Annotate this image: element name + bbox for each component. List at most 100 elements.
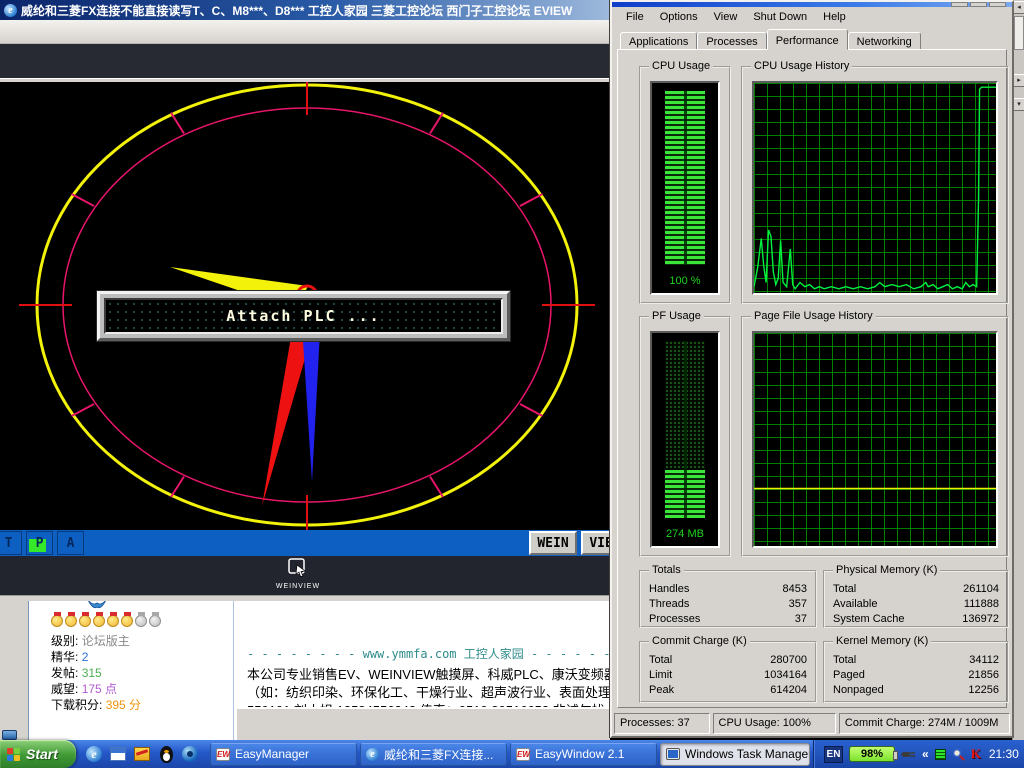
- gold-medal-icon: [65, 615, 77, 627]
- weinview-label: WEINVIEW: [270, 583, 326, 590]
- taskman-statusbar: Processes: 37 CPU Usage: 100% Commit Cha…: [614, 711, 1010, 734]
- taskman-tray-icon[interactable]: [935, 749, 946, 760]
- menu-view[interactable]: View: [706, 9, 746, 25]
- status-commit-charge: Commit Charge: 274M / 1009M: [839, 713, 1010, 734]
- language-indicator[interactable]: EN: [824, 746, 843, 763]
- gray-medal-icon: [149, 615, 161, 627]
- tab-networking[interactable]: Networking: [848, 32, 921, 50]
- cpu-usage-meter: 100 %: [650, 81, 720, 295]
- cpu-usage-label: CPU Usage: [649, 60, 713, 72]
- menu-help[interactable]: Help: [815, 9, 854, 25]
- performance-page: CPU Usage 100 % CPU Usage History PF Usa…: [617, 49, 1007, 708]
- taskbar-item-browser[interactable]: e 威纶和三菱FX连接...: [360, 743, 507, 766]
- tray-clock[interactable]: 21:30: [989, 747, 1019, 761]
- easywindow-bottom-band: WEINVIEW: [0, 556, 610, 595]
- gold-medal-icon: [121, 615, 133, 627]
- gold-medal-icon: [107, 615, 119, 627]
- physical-memory-group: Physical Memory (K) Total261104 Availabl…: [823, 570, 1009, 628]
- easymanager-icon: EW: [216, 748, 230, 761]
- easywindow-icon: EW: [516, 748, 530, 761]
- column-divider: [233, 601, 234, 740]
- menu-options[interactable]: Options: [652, 9, 706, 25]
- gutter: [0, 601, 28, 740]
- media-quicklaunch-icon[interactable]: [180, 743, 200, 765]
- forum-panel: 级别: 论坛版主 精华: 2 发帖: 315 威望: 175 点 下载积分: 3…: [28, 601, 610, 740]
- tab-applications[interactable]: Applications: [620, 32, 697, 50]
- tab-performance[interactable]: Performance: [767, 29, 848, 50]
- cpu-history-graph: [752, 81, 998, 295]
- totals-group: Totals Handles8453 Threads357 Processes3…: [639, 570, 817, 628]
- quick-launch: e: [84, 743, 200, 765]
- search-tray-icon[interactable]: [952, 748, 965, 761]
- browser-window: e 威纶和三菱FX连接不能直接读写T、C、M8***、D8*** 工控人家园 三…: [0, 0, 610, 740]
- bird-icon: [87, 601, 107, 611]
- hmi-button-a[interactable]: A: [57, 531, 84, 555]
- status-cpu-usage: CPU Usage: 100%: [713, 713, 836, 734]
- pf-history-group: Page File Usage History: [741, 316, 1009, 557]
- scroll-right-icon[interactable]: ▸: [1013, 74, 1024, 87]
- qq-quicklaunch-icon[interactable]: [156, 743, 176, 765]
- stat-row: Total34112: [833, 653, 999, 668]
- stat-row: Total261104: [833, 582, 999, 597]
- pf-usage-group: PF Usage 274 MB: [639, 316, 731, 557]
- ac-power-icon[interactable]: [901, 748, 916, 761]
- status-processes: Processes: 37: [614, 713, 710, 734]
- gold-medal-icon: [51, 615, 63, 627]
- taskbar: Start e EW EasyManager e 威纶和三菱FX连接... EW…: [0, 740, 1024, 768]
- antivirus-tray-icon[interactable]: K: [971, 746, 981, 762]
- stat-row: Nonpaged12256: [833, 683, 999, 698]
- signature-header: - - - - - - - - www.ymmfa.com 工控人家园 - - …: [247, 645, 607, 662]
- stat-row: Peak614204: [649, 683, 807, 698]
- gold-medal-icon: [93, 615, 105, 627]
- desktop-icon: [2, 730, 17, 740]
- commit-charge-group: Commit Charge (K) Total280700 Limit10341…: [639, 641, 817, 703]
- forum-content: 级别: 论坛版主 精华: 2 发帖: 315 威望: 175 点 下载积分: 3…: [0, 601, 610, 740]
- hmi-button-p[interactable]: P: [26, 531, 53, 555]
- stat-row: 下载积分: 395 分: [51, 697, 141, 713]
- battery-indicator[interactable]: 98%: [849, 746, 895, 762]
- taskbar-item-easymanager[interactable]: EW EasyManager: [210, 743, 357, 766]
- stat-row: Threads357: [649, 597, 807, 612]
- signature-line: （如：纺织印染、环保化工、干燥行业、超声波行业、表面处理行业、照: [247, 684, 607, 702]
- windows-flag-icon: [7, 748, 21, 761]
- scrollbar-thumb[interactable]: [1014, 16, 1024, 50]
- taskbar-item-task-manager[interactable]: Windows Task Manager: [660, 743, 810, 766]
- stat-row: 发帖: 315: [51, 665, 141, 681]
- stat-row: Handles8453: [649, 582, 807, 597]
- menu-shutdown[interactable]: Shut Down: [745, 9, 815, 25]
- scroll-up-icon[interactable]: ◂: [1013, 1, 1024, 14]
- tab-processes[interactable]: Processes: [697, 32, 766, 50]
- ie-quicklaunch-icon[interactable]: e: [84, 743, 104, 765]
- menu-file[interactable]: File: [618, 9, 652, 25]
- medal-row: [51, 615, 161, 627]
- content-edge: [237, 707, 610, 740]
- start-button[interactable]: Start: [0, 740, 76, 768]
- signature-line: 本公司专业销售EV、WEINVIEW触摸屏、科威PLC、康沃变频器、日本高: [247, 666, 607, 684]
- cpu-history-group: CPU Usage History: [741, 66, 1009, 304]
- collapse-tray-icon[interactable]: «: [922, 747, 929, 761]
- commit-charge-label: Commit Charge (K): [649, 635, 750, 647]
- browser-title: 威纶和三菱FX连接不能直接读写T、C、M8***、D8*** 工控人家园 三菱工…: [21, 2, 572, 19]
- hmi-button-t[interactable]: T: [0, 531, 22, 555]
- stat-row: System Cache136972: [833, 612, 999, 627]
- hmi-toolbar: T P A WEIN VIEW: [0, 530, 610, 556]
- gray-medal-icon: [135, 615, 147, 627]
- scroll-down-icon[interactable]: ▾: [1013, 98, 1024, 111]
- kernel-memory-group: Kernel Memory (K) Total34112 Paged21856 …: [823, 641, 1009, 703]
- browser-toolbar: [0, 20, 610, 44]
- taskbar-item-easywindow[interactable]: EW EasyWindow 2.1: [510, 743, 657, 766]
- desktop-quicklaunch-icon[interactable]: [132, 743, 152, 765]
- stat-row: 威望: 175 点: [51, 681, 141, 697]
- attach-plc-message: Attach PLC ...: [226, 307, 380, 325]
- taskman-tabs: Applications Processes Performance Netwo…: [620, 29, 921, 50]
- wein-button[interactable]: WEIN: [529, 531, 577, 555]
- hmi-clock-screen: Attach PLC ...: [0, 82, 610, 530]
- mail-quicklaunch-icon[interactable]: [108, 743, 128, 765]
- stat-row: Available111888: [833, 597, 999, 612]
- pf-history-label: Page File Usage History: [751, 310, 876, 322]
- easywindow-top-band: [0, 44, 610, 78]
- totals-label: Totals: [649, 564, 684, 576]
- stat-row: 级别: 论坛版主: [51, 633, 141, 649]
- stat-row: Total280700: [649, 653, 807, 668]
- cpu-usage-value: 100 %: [652, 275, 718, 287]
